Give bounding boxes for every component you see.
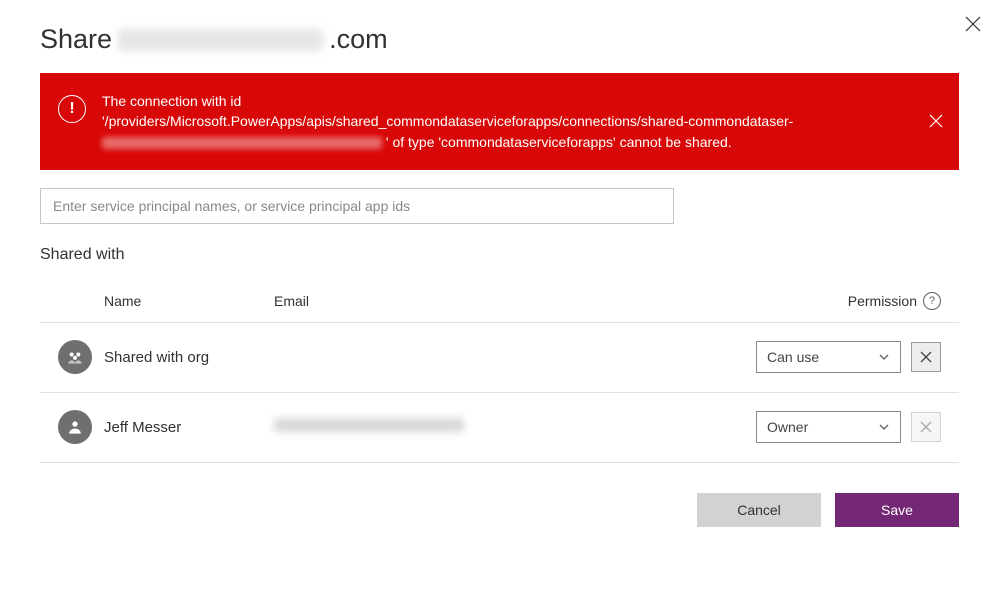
close-icon	[920, 351, 932, 363]
error-banner: ! The connection with id '/providers/Mic…	[40, 73, 959, 170]
panel-close-button[interactable]	[963, 14, 983, 34]
save-button[interactable]: Save	[835, 493, 959, 527]
email-redacted	[274, 418, 464, 432]
close-icon	[929, 114, 943, 128]
remove-share-button	[911, 412, 941, 442]
share-table: Name Email Permission ? Shared with org …	[40, 292, 959, 463]
row-name: Jeff Messer	[104, 419, 274, 436]
remove-share-button[interactable]	[911, 342, 941, 372]
permission-help-icon[interactable]: ?	[923, 292, 941, 310]
page-title: Share .com	[40, 24, 959, 55]
row-name: Shared with org	[104, 349, 274, 366]
chevron-down-icon	[878, 351, 890, 363]
avatar	[58, 410, 92, 444]
avatar	[58, 340, 92, 374]
column-email: Email	[274, 293, 741, 309]
shared-with-heading: Shared with	[40, 246, 959, 264]
close-icon	[920, 421, 932, 433]
table-row: Shared with org Can use	[40, 323, 959, 393]
person-icon	[65, 417, 85, 437]
error-message: The connection with id '/providers/Micro…	[102, 89, 941, 152]
permission-dropdown[interactable]: Owner	[756, 411, 901, 443]
dialog-footer: Cancel Save	[40, 493, 959, 527]
error-icon: !	[58, 95, 86, 123]
group-icon	[65, 347, 85, 367]
chevron-down-icon	[878, 421, 890, 433]
principal-search-input[interactable]	[40, 188, 674, 224]
error-redacted	[102, 137, 382, 149]
table-header: Name Email Permission ?	[40, 292, 959, 323]
title-redacted	[118, 29, 323, 51]
column-name: Name	[104, 293, 274, 309]
close-icon	[965, 16, 981, 32]
title-suffix: .com	[329, 24, 388, 55]
error-dismiss-button[interactable]	[929, 113, 945, 129]
title-prefix: Share	[40, 24, 112, 55]
cancel-button[interactable]: Cancel	[697, 493, 821, 527]
permission-dropdown[interactable]: Can use	[756, 341, 901, 373]
table-row: Jeff Messer Owner	[40, 393, 959, 463]
column-permission: Permission ?	[741, 292, 941, 310]
row-email	[274, 418, 741, 437]
